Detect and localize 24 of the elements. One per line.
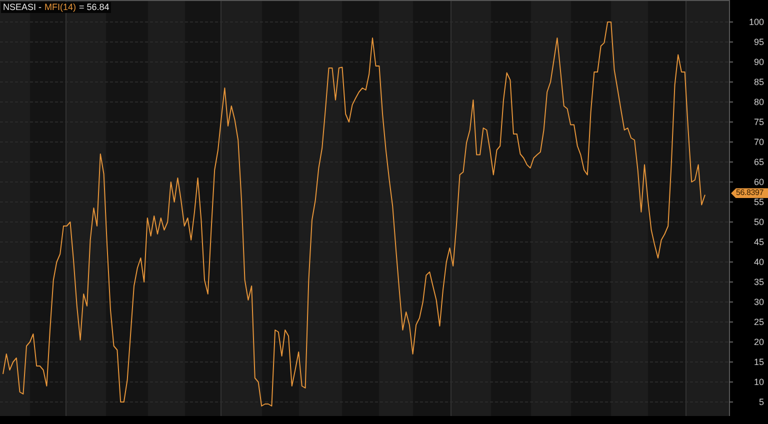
axis-label: 25 (754, 317, 764, 327)
axis-label: 10 (754, 377, 764, 387)
axis-label: 50 (754, 217, 764, 227)
axis-label: 15 (754, 357, 764, 367)
axis-label: 55 (754, 197, 764, 207)
symbol-label: NSEASI - (3, 2, 42, 13)
axis-label: 90 (754, 57, 764, 67)
axis-label: 20 (754, 337, 764, 347)
axis-label: 80 (754, 97, 764, 107)
axis-label: 70 (754, 137, 764, 147)
axis-label: 60 (754, 177, 764, 187)
last-value-tag: 56.8397 (731, 188, 768, 198)
axis-label: 35 (754, 277, 764, 287)
indicator-reading: = 56.84 (79, 2, 110, 13)
axis-label: 5 (758, 397, 764, 407)
indicator-label: MFI(14) (44, 2, 76, 13)
axis-label: 75 (754, 117, 764, 127)
axis-label: 85 (754, 77, 764, 87)
axis-label: 100 (748, 17, 764, 27)
axis-label: 65 (754, 157, 764, 167)
axis-label: 95 (754, 37, 764, 47)
axis-label: 40 (754, 257, 764, 267)
axis-label: 45 (754, 237, 764, 247)
axis-label: 30 (754, 297, 764, 307)
